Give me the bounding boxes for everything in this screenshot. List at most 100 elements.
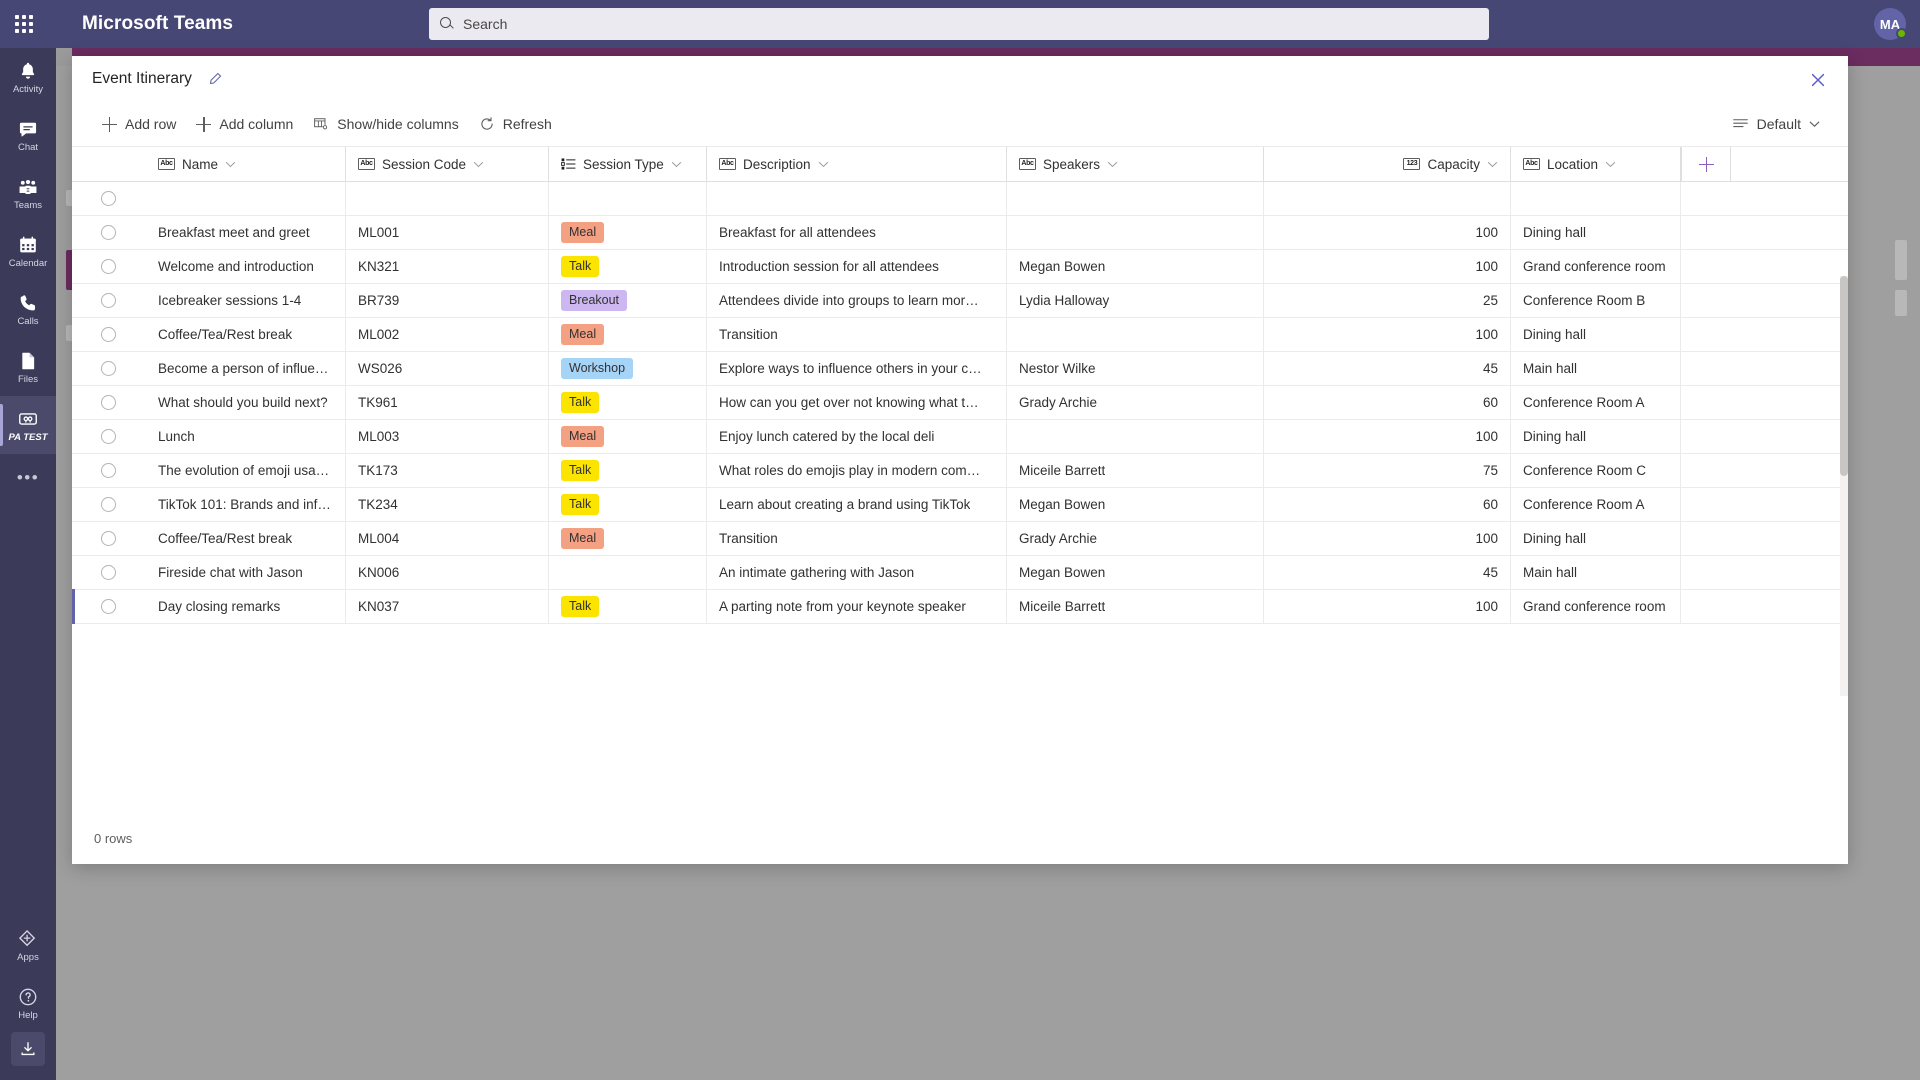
cell-session-type[interactable]: Meal	[549, 318, 707, 351]
row-select-cell[interactable]	[72, 420, 146, 453]
cell-description[interactable]: An intimate gathering with Jason	[707, 556, 1007, 589]
cell-speakers[interactable]: Megan Bowen	[1007, 556, 1264, 589]
cell-session-code[interactable]: TK173	[346, 454, 549, 487]
cell-name[interactable]: Icebreaker sessions 1-4	[146, 284, 346, 317]
column-header-description[interactable]: Abc Description	[707, 147, 1007, 181]
row-select-cell[interactable]	[72, 284, 146, 317]
cell-location[interactable]: Conference Room C	[1511, 454, 1681, 487]
cell-location[interactable]	[1511, 182, 1681, 215]
pencil-icon[interactable]	[206, 70, 224, 88]
chevron-down-icon[interactable]	[473, 161, 484, 168]
cell-speakers[interactable]	[1007, 318, 1264, 351]
cell-name[interactable]: TikTok 101: Brands and influencers	[146, 488, 346, 521]
sidebar-item-calendar[interactable]: Calendar	[0, 222, 56, 280]
row-select-radio[interactable]	[101, 293, 116, 308]
cell-session-type[interactable]: Workshop	[549, 352, 707, 385]
table-row[interactable]: Fireside chat with Jason KN006 An intimate…	[72, 556, 1848, 590]
avatar[interactable]: MA	[1872, 6, 1908, 42]
cell-description[interactable]: Introduction session for all attendees	[707, 250, 1007, 283]
chevron-down-icon[interactable]	[671, 161, 682, 168]
cell-location[interactable]: Conference Room B	[1511, 284, 1681, 317]
cell-name[interactable]: Coffee/Tea/Rest break	[146, 318, 346, 351]
table-row[interactable]: Lunch ML003 Meal Enjoy lunch catered by the…	[72, 420, 1848, 454]
cell-capacity[interactable]: 100	[1264, 522, 1511, 555]
row-select-cell[interactable]	[72, 522, 146, 555]
column-header-speakers[interactable]: Abc Speakers	[1007, 147, 1264, 181]
cell-session-type[interactable]: Breakout	[549, 284, 707, 317]
add-row-button[interactable]: Add row	[92, 108, 186, 140]
cell-description[interactable]: How can you get over not knowing what t…	[707, 386, 1007, 419]
row-select-radio[interactable]	[101, 599, 116, 614]
cell-speakers[interactable]: Miceile Barrett	[1007, 454, 1264, 487]
sidebar-item-teams[interactable]: Teams	[0, 164, 56, 222]
cell-session-code[interactable]: ML004	[346, 522, 549, 555]
cell-capacity[interactable]: 100	[1264, 216, 1511, 249]
cell-name[interactable]: Coffee/Tea/Rest break	[146, 522, 346, 555]
row-select-cell[interactable]	[72, 386, 146, 419]
sidebar-item-help[interactable]: Help	[0, 974, 56, 1032]
cell-session-code[interactable]: WS026	[346, 352, 549, 385]
cell-session-code[interactable]: TK234	[346, 488, 549, 521]
row-select-cell[interactable]	[72, 216, 146, 249]
row-select-radio[interactable]	[101, 259, 116, 274]
row-select-cell[interactable]	[72, 352, 146, 385]
cell-speakers[interactable]: Grady Archie	[1007, 386, 1264, 419]
cell-capacity[interactable]: 100	[1264, 420, 1511, 453]
table-row[interactable]: TikTok 101: Brands and influencers TK234 T…	[72, 488, 1848, 522]
cell-location[interactable]: Conference Room A	[1511, 386, 1681, 419]
cell-speakers[interactable]: Lydia Halloway	[1007, 284, 1264, 317]
cell-session-code[interactable]: ML002	[346, 318, 549, 351]
cell-location[interactable]: Conference Room A	[1511, 488, 1681, 521]
cell-speakers[interactable]: Nestor Wilke	[1007, 352, 1264, 385]
cell-session-type[interactable]: Meal	[549, 420, 707, 453]
row-select-radio[interactable]	[101, 327, 116, 342]
cell-description[interactable]: Transition	[707, 522, 1007, 555]
cell-speakers[interactable]	[1007, 420, 1264, 453]
cell-capacity[interactable]: 60	[1264, 488, 1511, 521]
row-select-radio[interactable]	[101, 361, 116, 376]
cell-session-type[interactable]: Talk	[549, 488, 707, 521]
sidebar-item-activity[interactable]: Activity	[0, 48, 56, 106]
row-select-radio[interactable]	[101, 565, 116, 580]
sidebar-item-pa-test[interactable]: PA TEST	[0, 396, 56, 454]
row-select-cell[interactable]	[72, 454, 146, 487]
sidebar-item-apps[interactable]: Apps	[0, 916, 56, 974]
row-select-radio[interactable]	[101, 497, 116, 512]
sidebar-item-chat[interactable]: Chat	[0, 106, 56, 164]
sidebar-more-button[interactable]: •••	[17, 454, 39, 502]
cell-session-type[interactable]: Talk	[549, 454, 707, 487]
cell-location[interactable]: Main hall	[1511, 352, 1681, 385]
row-select-cell[interactable]	[72, 250, 146, 283]
cell-session-code[interactable]: KN006	[346, 556, 549, 589]
row-select-radio[interactable]	[101, 531, 116, 546]
cell-session-code[interactable]: KN321	[346, 250, 549, 283]
cell-description[interactable]: Enjoy lunch catered by the local deli	[707, 420, 1007, 453]
cell-capacity[interactable]: 45	[1264, 352, 1511, 385]
table-row[interactable]: Coffee/Tea/Rest break ML004 Meal Transition…	[72, 522, 1848, 556]
cell-session-code[interactable]	[346, 182, 549, 215]
table-row[interactable]: Become a person of influence WS026 Worksho…	[72, 352, 1848, 386]
cell-description[interactable]: Breakfast for all attendees	[707, 216, 1007, 249]
cell-location[interactable]: Dining hall	[1511, 522, 1681, 555]
table-row[interactable]: The evolution of emoji usage in c… TK173 T…	[72, 454, 1848, 488]
sidebar-item-calls[interactable]: Calls	[0, 280, 56, 338]
row-select-cell[interactable]	[72, 182, 146, 215]
cell-capacity[interactable]: 45	[1264, 556, 1511, 589]
column-header-name[interactable]: Abc Name	[146, 147, 346, 181]
chevron-down-icon[interactable]	[818, 161, 829, 168]
cell-location[interactable]: Grand conference room	[1511, 590, 1681, 623]
cell-session-code[interactable]: TK961	[346, 386, 549, 419]
table-row[interactable]: Coffee/Tea/Rest break ML002 Meal Transition…	[72, 318, 1848, 352]
cell-location[interactable]: Dining hall	[1511, 420, 1681, 453]
cell-location[interactable]: Grand conference room	[1511, 250, 1681, 283]
view-selector[interactable]: Default	[1722, 108, 1830, 140]
row-select-radio[interactable]	[101, 463, 116, 478]
app-launcher-icon[interactable]	[0, 0, 48, 48]
cell-description[interactable]: What roles do emojis play in modern com…	[707, 454, 1007, 487]
cell-name[interactable]: Day closing remarks	[146, 590, 346, 623]
cell-description[interactable]	[707, 182, 1007, 215]
cell-session-code[interactable]: KN037	[346, 590, 549, 623]
column-header-capacity[interactable]: 123 Capacity	[1264, 147, 1511, 181]
download-store-icon[interactable]	[11, 1032, 45, 1066]
cell-name[interactable]: Welcome and introduction	[146, 250, 346, 283]
